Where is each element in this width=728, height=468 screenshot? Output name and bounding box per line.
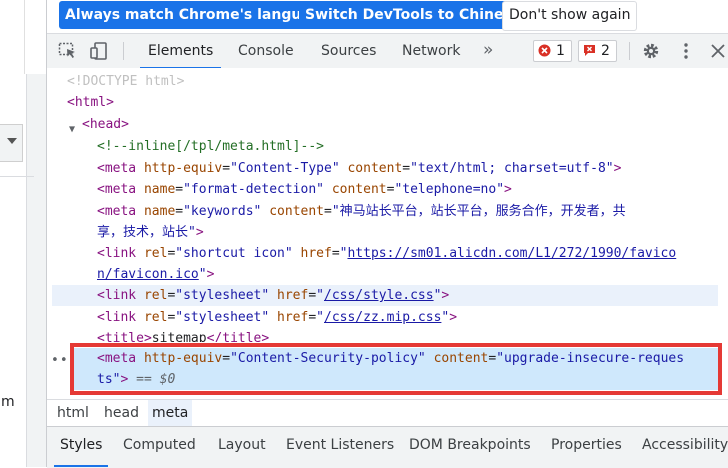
dom-node-meta-keywords[interactable]: <meta name="keywords" content="神马站长平台，站长…: [97, 201, 626, 222]
breadcrumb-meta[interactable]: meta: [148, 400, 193, 426]
tab-network[interactable]: Network: [402, 34, 460, 68]
more-tabs-button[interactable]: »: [483, 34, 493, 68]
dom-node-link-icon[interactable]: <link rel="shortcut icon" href="https://…: [97, 243, 676, 264]
page-divider: [0, 176, 34, 177]
settings-gear-icon[interactable]: [641, 42, 661, 60]
tab-event-listeners[interactable]: Event Listeners: [286, 427, 394, 467]
page-gutter: [26, 74, 47, 467]
language-infobar: Always match Chrome's language Switch De…: [47, 0, 728, 32]
tab-properties[interactable]: Properties: [551, 427, 622, 467]
page-content-strip: m: [0, 0, 47, 467]
dom-node-link-mip[interactable]: <link rel="stylesheet" href="/css/zz.mip…: [97, 307, 457, 328]
breadcrumb-html[interactable]: html: [57, 400, 89, 426]
mip-css-link[interactable]: /css/zz.mip.css: [324, 310, 441, 325]
style-css-link[interactable]: /css/style.css: [324, 288, 434, 303]
favicon-link-wrap[interactable]: n/favicon.ico: [97, 267, 199, 282]
dom-node-link-icon-wrap: n/favicon.ico">: [97, 267, 215, 282]
dom-node-meta-content-type[interactable]: <meta http-equiv="Content-Type" content=…: [97, 158, 621, 179]
chevron-down-icon: [7, 138, 17, 144]
dom-node-link-style[interactable]: <link rel="stylesheet" href="/css/style.…: [52, 285, 718, 306]
tab-computed[interactable]: Computed: [123, 427, 196, 467]
error-icon: [538, 43, 551, 63]
dom-tree: <!DOCTYPE html> <html> ▼ <head> <!--inli…: [47, 68, 728, 398]
collapse-triangle-icon[interactable]: ▼: [69, 119, 75, 140]
toolbar-divider: [629, 42, 630, 60]
highlight-annotation-box: [70, 343, 722, 395]
dom-node-meta-keywords-wrap: 享，技术，站长">: [97, 225, 204, 240]
toolbar-divider: [123, 42, 124, 60]
breadcrumb: html head meta: [47, 399, 728, 426]
dont-show-again-button[interactable]: Don't show again: [502, 1, 638, 31]
issues-count: 2: [601, 43, 610, 59]
dom-node-comment[interactable]: <!--inline[/tpl/meta.html]-->: [97, 136, 324, 157]
tab-layout[interactable]: Layout: [218, 427, 266, 467]
favicon-link[interactable]: https://sm01.alicdn.com/L1/272/1990/favi…: [347, 246, 676, 261]
devtools-tabbar: Elements Console Sources Network » 1 2: [47, 33, 728, 69]
device-toolbar-icon[interactable]: [90, 42, 110, 60]
tab-console[interactable]: Console: [238, 34, 294, 68]
breadcrumb-head[interactable]: head: [104, 400, 139, 426]
tab-styles[interactable]: Styles: [53, 427, 110, 467]
tab-accessibility[interactable]: Accessibility: [642, 427, 728, 467]
close-icon[interactable]: [708, 42, 728, 60]
tab-elements[interactable]: Elements: [139, 34, 222, 69]
dom-node-title[interactable]: <title>sitemap</title>: [97, 328, 269, 342]
inspect-element-icon[interactable]: [58, 42, 78, 60]
issues-badge[interactable]: 2: [578, 40, 617, 62]
dom-node-meta-format-detection[interactable]: <meta name="format-detection" content="t…: [97, 179, 512, 200]
page-dropdown[interactable]: [0, 124, 23, 162]
dom-node-html[interactable]: <html>: [67, 92, 114, 113]
tab-dom-breakpoints[interactable]: DOM Breakpoints: [409, 427, 531, 467]
match-language-button[interactable]: Always match Chrome's language: [59, 1, 337, 29]
switch-to-chinese-button[interactable]: Switch DevTools to Chinese: [299, 1, 528, 29]
dom-node-doctype[interactable]: <!DOCTYPE html>: [67, 71, 184, 92]
page-partial-text: m: [1, 394, 15, 410]
more-options-icon[interactable]: [676, 42, 696, 60]
page-panel: [0, 0, 25, 74]
errors-badge[interactable]: 1: [533, 40, 572, 62]
styles-pane-tabbar: Styles Computed Layout Event Listeners D…: [47, 426, 728, 468]
dom-node-head[interactable]: <head>: [82, 114, 129, 135]
tab-sources[interactable]: Sources: [321, 34, 376, 68]
errors-count: 1: [556, 43, 565, 59]
devtools-panel: Always match Chrome's language Switch De…: [46, 0, 728, 468]
issue-icon: [583, 43, 596, 63]
